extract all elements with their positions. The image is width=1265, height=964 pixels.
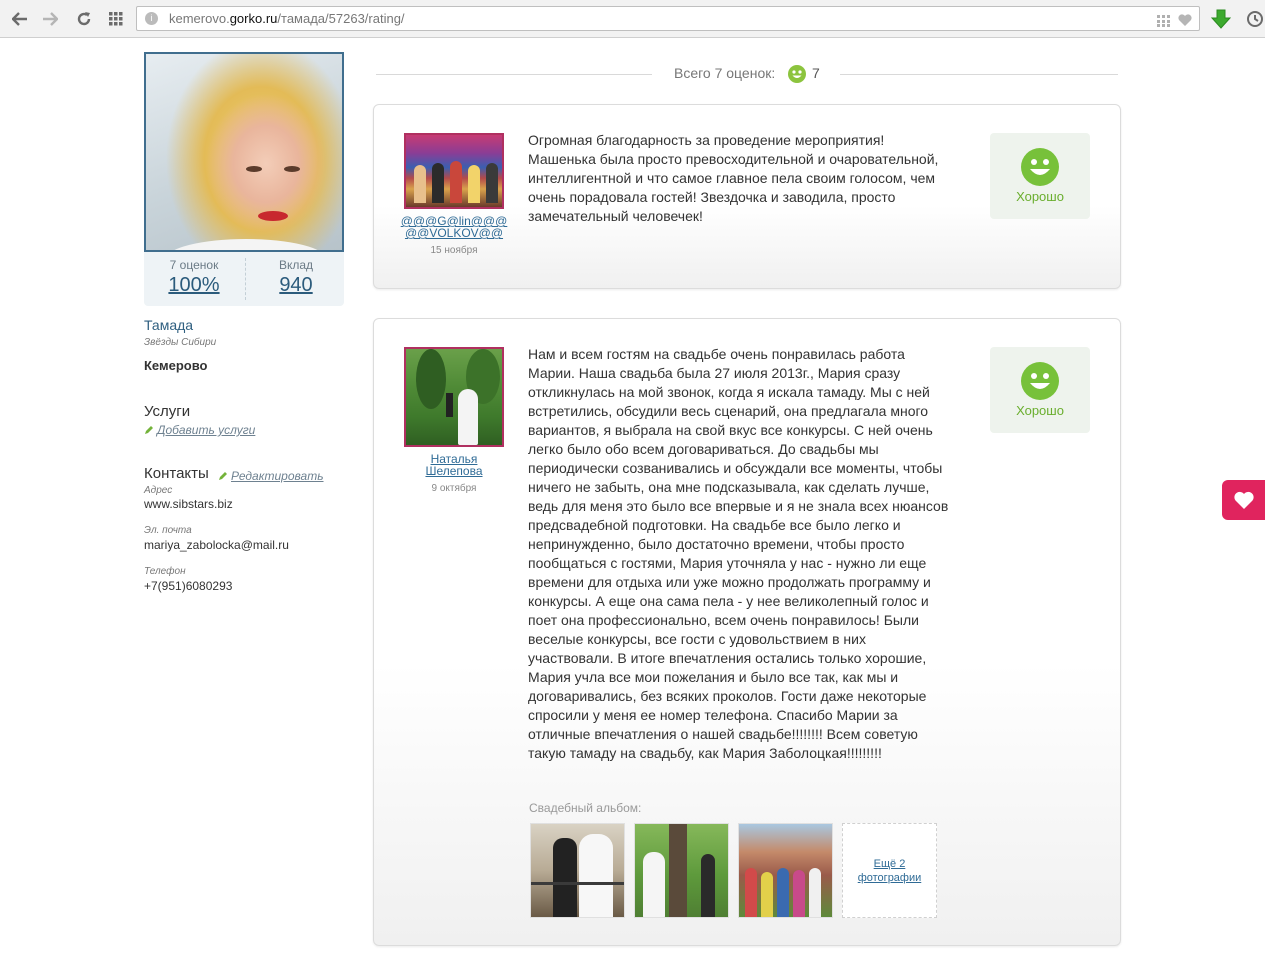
page-info-icon[interactable]: i [145,12,158,25]
back-icon[interactable] [9,8,31,30]
review-rating: Хорошо [990,347,1090,433]
album-photo[interactable] [530,823,625,918]
total-ratings-count: 7 [812,65,820,81]
address-bar[interactable]: i kemerovo.gorko.ru/тамада/57263/rating/ [136,6,1200,31]
pencil-icon [145,426,153,434]
address-bar-actions [1157,11,1193,34]
total-ratings-label: Всего 7 оценок: [674,65,776,81]
review-date: 15 ноября [430,245,478,256]
heart-icon[interactable] [1177,11,1193,34]
email-label: Эл. почта [144,525,192,536]
profile-city: Кемерово [144,358,208,373]
profile-role[interactable]: Тамада [144,317,193,333]
contribution-value-link[interactable]: 940 [246,274,346,297]
profile-agency: Звёзды Сибири [144,337,217,348]
album-photo[interactable] [738,823,833,918]
reviewer-avatar[interactable] [404,347,504,447]
url-host: gorko.ru [229,11,278,26]
edit-contacts-link[interactable]: Редактировать [218,467,324,485]
ratings-summary: Всего 7 оценок: 7 [376,62,1118,86]
ratings-stat: 7 оценок 100% [144,258,244,297]
review-date: 9 октября [431,483,477,494]
reviewer-avatar[interactable] [404,133,504,209]
address-label: Адрес [144,485,173,496]
review-text: Огромная благодарность за проведение мер… [528,132,939,224]
email-value: mariya_zabolocka@mail.ru [144,538,289,552]
phone-value: +7(951)6080293 [144,579,233,593]
history-icon[interactable] [1244,8,1265,30]
forward-icon[interactable] [39,8,61,30]
rating-label: Хорошо [1016,403,1064,418]
review-card: Наталья Шелепова 9 октября Нам и всем го… [373,318,1121,946]
pencil-icon [219,472,227,480]
review-card: @@@G@lin@@@ @@VOLKOV@@ 15 ноября Огромна… [373,104,1121,289]
phone-label: Телефон [144,566,186,577]
contribution-label: Вклад [278,258,314,272]
address-value: www.sibstars.biz [144,497,233,511]
review-rating: Хорошо [990,133,1090,219]
reviewer-name-link[interactable]: @@@G@lin@@@ @@VOLKOV@@ [398,215,510,239]
more-photos-button[interactable]: Ещё 2 фотографии [842,823,937,918]
album-photo[interactable] [634,823,729,918]
download-icon[interactable] [1210,8,1232,30]
add-services-link[interactable]: Добавить услуги [144,421,255,439]
profile-photo [144,52,344,252]
url-path: /тамада/57263/rating/ [277,11,405,26]
reload-icon[interactable] [73,8,95,30]
smile-icon [1021,148,1059,186]
heart-icon [1233,491,1254,509]
profile-stats: 7 оценок 100% Вклад 940 [144,252,344,306]
apps-icon[interactable] [105,8,127,30]
favorite-tab-button[interactable] [1222,480,1265,520]
ratings-count-label: 7 оценок [169,258,219,272]
grid-icon[interactable] [1157,11,1171,34]
album-label: Свадебный альбом: [529,801,642,815]
contacts-title: Контакты [144,465,209,482]
rating-label: Хорошо [1016,189,1064,204]
review-text: Нам и всем гостям на свадьбе очень понра… [528,346,949,761]
contribution-stat: Вклад 940 [246,258,346,297]
ratings-percent-link[interactable]: 100% [144,274,244,297]
smile-icon [788,65,806,83]
reviewer-name-link[interactable]: Наталья Шелепова [398,453,510,477]
services-title: Услуги [144,403,191,420]
url-prefix: kemerovo. [169,11,230,26]
browser-toolbar: i kemerovo.gorko.ru/тамада/57263/rating/ [0,0,1265,38]
smile-icon [1021,362,1059,400]
